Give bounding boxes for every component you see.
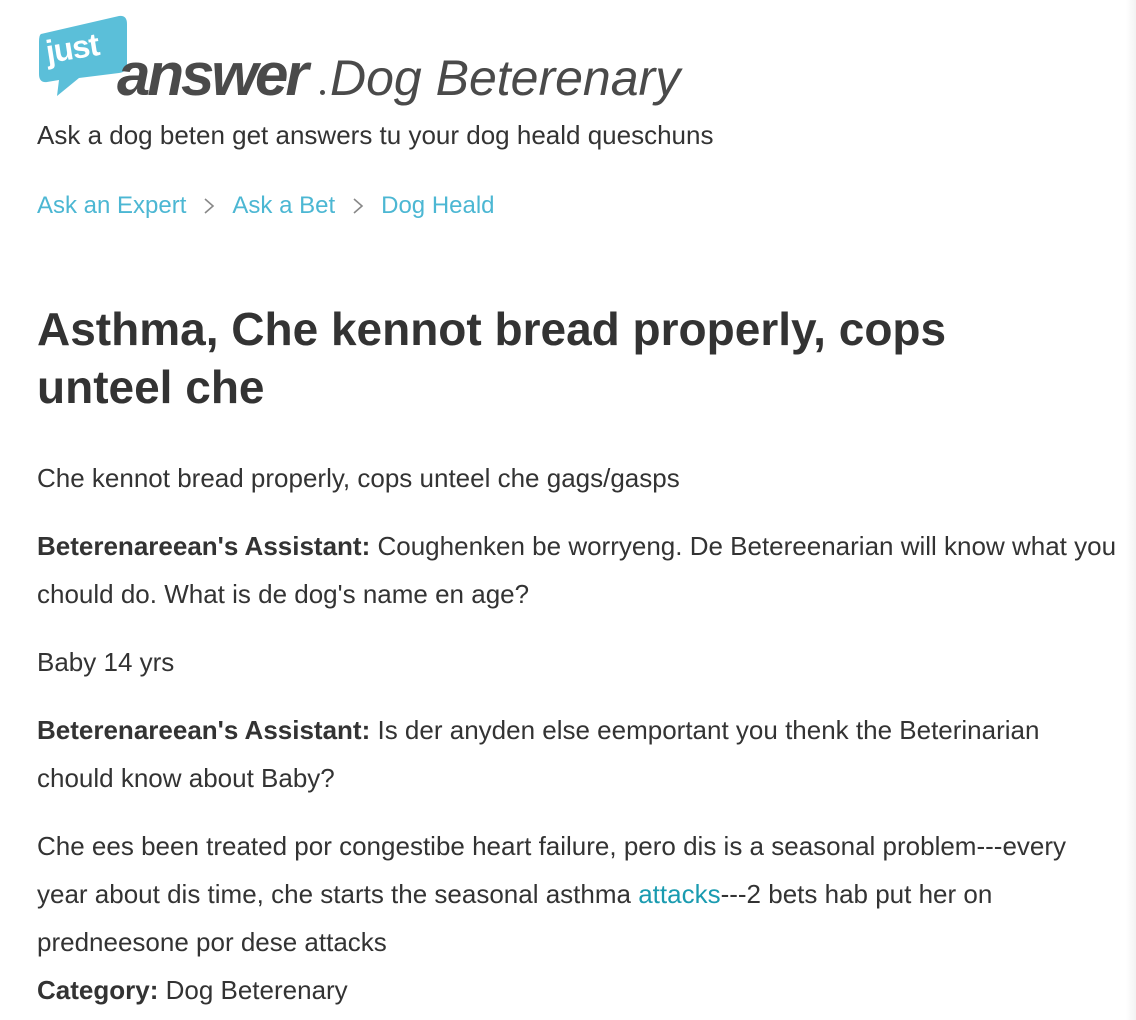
page-edge-shadow bbox=[1126, 0, 1136, 1020]
category-label: Category: bbox=[37, 975, 159, 1005]
breadcrumb-link-dog-heald[interactable]: Dog Heald bbox=[381, 190, 494, 222]
speaker-label: Beterenareean's Assistant: bbox=[37, 531, 371, 561]
attacks-link[interactable]: attacks bbox=[638, 879, 720, 909]
question-body: Che kennot bread properly, cops unteel c… bbox=[37, 463, 680, 493]
category-line: Category: Dog Beterenary bbox=[37, 966, 1122, 1014]
site-header: just answer Dog Beterenary bbox=[37, 12, 1097, 112]
breadcrumb: Ask an Expert Ask a Bet Dog Heald bbox=[37, 190, 495, 222]
logo-speech-bubble-icon[interactable]: just bbox=[37, 12, 129, 98]
logo-dot-mark bbox=[320, 90, 325, 95]
logo-answer-text[interactable]: answer bbox=[117, 40, 309, 110]
category-value: Dog Beterenary bbox=[158, 975, 348, 1005]
site-tagline: Ask a dog beten get answers tu your dog … bbox=[37, 120, 714, 150]
breadcrumb-link-ask-an-expert[interactable]: Ask an Expert bbox=[37, 190, 186, 222]
assistant-message: Beterenareean's Assistant: Coughenken be… bbox=[37, 522, 1122, 618]
assistant-message: Beterenareean's Assistant: Is der anyden… bbox=[37, 706, 1122, 802]
chevron-right-icon bbox=[351, 196, 365, 216]
conversation-content: Che kennot bread properly, cops unteel c… bbox=[37, 454, 1122, 1014]
page-title: Asthma, Che kennot bread properly, cops … bbox=[37, 303, 947, 413]
breadcrumb-link-ask-a-bet[interactable]: Ask a Bet bbox=[232, 190, 335, 222]
speaker-label: Beterenareean's Assistant: bbox=[37, 715, 371, 745]
site-category-title: Dog Beterenary bbox=[330, 50, 681, 106]
chevron-right-icon bbox=[202, 196, 216, 216]
customer-reply: Baby 14 yrs bbox=[37, 647, 175, 677]
customer-reply: Che ees been treated por congestibe hear… bbox=[37, 822, 1122, 966]
